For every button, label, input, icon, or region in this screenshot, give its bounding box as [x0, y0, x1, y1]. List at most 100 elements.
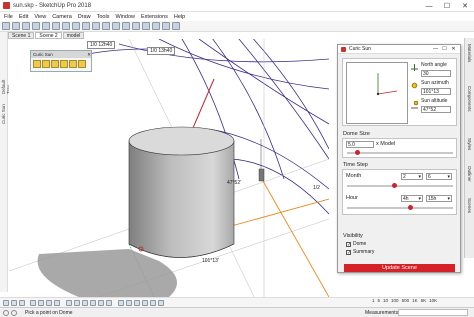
scale-tool-icon[interactable]: [92, 22, 100, 30]
tab-scenes[interactable]: Scenes: [467, 198, 472, 213]
zoom-level[interactable]: 5: [378, 298, 381, 303]
select-tool-icon[interactable]: [2, 22, 10, 30]
curic-sun-toolbar[interactable]: Curic Sun ✕: [30, 50, 92, 72]
zoom-level[interactable]: 100: [391, 298, 399, 303]
menu-extensions[interactable]: Extensions: [141, 14, 168, 20]
sun-dome-icon[interactable]: [42, 60, 50, 68]
measurements-input[interactable]: [398, 309, 468, 316]
dialog-close-button[interactable]: ✕: [449, 46, 458, 52]
rotate-tool-icon[interactable]: [82, 22, 90, 30]
warehouse-icon[interactable]: [162, 22, 170, 30]
zoom-level[interactable]: 10K: [429, 298, 437, 303]
left-view-icon[interactable]: [106, 300, 112, 306]
dome-size-slider-knob[interactable]: [355, 150, 361, 155]
month-value-select[interactable]: 6: [426, 173, 452, 180]
section-display-icon[interactable]: [54, 300, 60, 306]
shaded-icon[interactable]: [142, 300, 148, 306]
sun-animate-icon[interactable]: [60, 60, 68, 68]
arc-tool-icon[interactable]: [32, 22, 40, 30]
left-tool-label[interactable]: Curic Sun: [1, 102, 7, 124]
dome-size-input[interactable]: 5.0: [346, 141, 374, 148]
eraser-tool-icon[interactable]: [12, 22, 20, 30]
zoom-extents-tool-icon[interactable]: [152, 22, 160, 30]
sun-settings-icon[interactable]: [51, 60, 59, 68]
menu-view[interactable]: View: [34, 14, 46, 20]
tab-scene-1[interactable]: Scene 1: [8, 32, 35, 39]
extension-warehouse-icon[interactable]: [172, 22, 180, 30]
rectangle-tool-icon[interactable]: [42, 22, 50, 30]
geo-location-icon[interactable]: [3, 300, 9, 306]
fog-icon[interactable]: [38, 300, 44, 306]
credits-icon[interactable]: [11, 300, 17, 306]
tab-styles[interactable]: Styles: [467, 138, 472, 150]
top-view-icon[interactable]: [74, 300, 80, 306]
pan-tool-icon[interactable]: [132, 22, 140, 30]
line-tool-icon[interactable]: [22, 22, 30, 30]
xray-icon[interactable]: [118, 300, 124, 306]
maximize-button[interactable]: ☐: [438, 0, 456, 12]
model-viewport[interactable]: 1/0 12h40 1/0 13h40 47°52' 101°13' 1/2: [9, 39, 329, 307]
zoom-level[interactable]: 5K: [421, 298, 427, 303]
back-view-icon[interactable]: [98, 300, 104, 306]
zoom-level[interactable]: 1: [372, 298, 375, 303]
dialog-title-bar[interactable]: Curic Sun — ☐ ✕: [338, 45, 460, 54]
tab-scene-2[interactable]: Scene 2: [35, 32, 62, 39]
summary-checkbox-row[interactable]: ✓ Summary: [346, 249, 374, 255]
hour-slider[interactable]: [347, 207, 453, 209]
zoom-level[interactable]: 10: [383, 298, 388, 303]
hour-step-select[interactable]: 4h: [401, 195, 423, 202]
update-scene-button[interactable]: Update Scene: [344, 264, 455, 272]
info-icon[interactable]: [3, 309, 9, 316]
sun-compass-view[interactable]: [346, 62, 408, 124]
iso-view-icon[interactable]: [82, 300, 88, 306]
dialog-minimize-button[interactable]: —: [431, 46, 440, 52]
north-angle-input[interactable]: 30: [421, 70, 451, 77]
summary-checkbox[interactable]: ✓: [346, 249, 351, 255]
shadow-icon[interactable]: [30, 300, 36, 306]
zoom-tool-icon[interactable]: [142, 22, 150, 30]
menu-tools[interactable]: Tools: [97, 14, 110, 20]
move-tool-icon[interactable]: [72, 22, 80, 30]
menu-window[interactable]: Window: [115, 14, 135, 20]
dome-checkbox-row[interactable]: ✓ Dome: [346, 241, 366, 247]
hour-value-select[interactable]: 15h: [426, 195, 452, 202]
monochrome-icon[interactable]: [158, 300, 164, 306]
dialog-maximize-button[interactable]: ☐: [440, 46, 449, 52]
left-tool-label[interactable]: Default Tray: [1, 72, 11, 94]
paint-bucket-tool-icon[interactable]: [112, 22, 120, 30]
menu-camera[interactable]: Camera: [52, 14, 72, 20]
tab-outliner[interactable]: Outliner: [467, 166, 472, 182]
menu-file[interactable]: File: [4, 14, 13, 20]
zoom-level[interactable]: 1K: [412, 298, 418, 303]
minimize-button[interactable]: —: [420, 0, 438, 12]
sun-icon[interactable]: [33, 60, 41, 68]
month-slider-knob[interactable]: [392, 183, 398, 188]
close-icon[interactable]: ✕: [87, 51, 91, 58]
orbit-tool-icon[interactable]: [122, 22, 130, 30]
push-pull-tool-icon[interactable]: [52, 22, 60, 30]
month-step-select[interactable]: 2: [401, 173, 423, 180]
dome-size-slider[interactable]: [347, 152, 453, 154]
user-icon[interactable]: [19, 300, 25, 306]
tab-model[interactable]: model: [62, 32, 85, 39]
sun-azimuth-input[interactable]: 101°13: [421, 88, 451, 95]
wireframe-icon[interactable]: [126, 300, 132, 306]
textured-icon[interactable]: [150, 300, 156, 306]
hour-slider-knob[interactable]: [408, 205, 414, 210]
dome-checkbox[interactable]: ✓: [346, 241, 351, 247]
right-view-icon[interactable]: [90, 300, 96, 306]
month-slider[interactable]: [347, 185, 453, 187]
curic-toolbar-header[interactable]: Curic Sun ✕: [31, 51, 91, 58]
hidden-line-icon[interactable]: [134, 300, 140, 306]
offset-tool-icon[interactable]: [62, 22, 70, 30]
sun-altitude-input[interactable]: 47°52: [421, 106, 451, 113]
front-view-icon[interactable]: [66, 300, 72, 306]
menu-edit[interactable]: Edit: [19, 14, 28, 20]
menu-help[interactable]: Help: [174, 14, 185, 20]
close-button[interactable]: ✕: [456, 0, 474, 12]
sun-pick-icon[interactable]: [69, 60, 77, 68]
zoom-level[interactable]: 500: [402, 298, 410, 303]
tape-measure-tool-icon[interactable]: [102, 22, 110, 30]
section-plane-icon[interactable]: [46, 300, 52, 306]
help-icon[interactable]: [11, 309, 17, 316]
